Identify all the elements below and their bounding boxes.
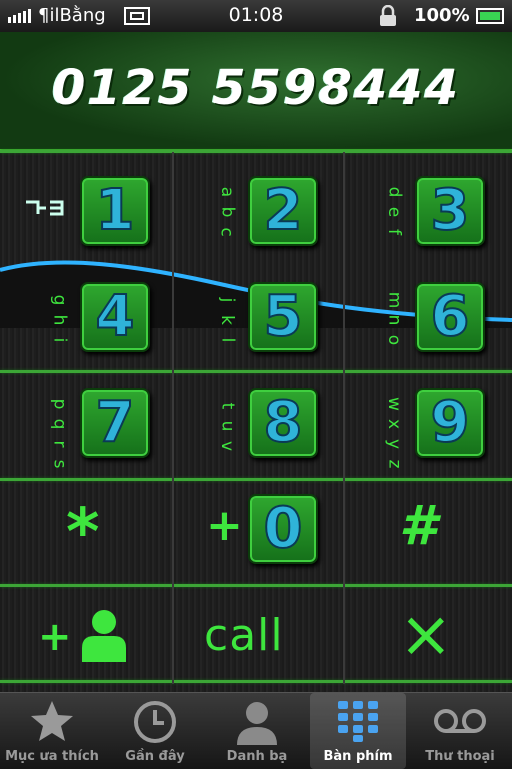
digit-button-8[interactable]: 8 — [248, 388, 318, 458]
battery-icon — [476, 8, 504, 24]
call-label: call — [204, 610, 284, 661]
voicemail-icon — [434, 709, 486, 733]
key-letters: abc — [216, 186, 237, 237]
dialed-number: 0125 5598444 — [51, 60, 461, 116]
row-divider — [0, 370, 512, 373]
row-divider — [0, 478, 512, 481]
call-button[interactable]: call — [172, 588, 342, 692]
key-2[interactable]: abc 2 — [172, 152, 342, 256]
key-0[interactable]: + 0 — [172, 482, 342, 586]
digit-button-3[interactable]: 3 — [415, 176, 485, 246]
contacts-icon — [237, 702, 277, 745]
digit-button-7[interactable]: 7 — [80, 388, 150, 458]
add-plus-label: + — [38, 614, 72, 660]
tab-recents[interactable]: Gần đây — [104, 693, 206, 769]
digit-button-6[interactable]: 6 — [415, 282, 485, 352]
voicemail-small-icon — [26, 200, 64, 216]
plus-label: + — [206, 500, 243, 551]
star-key-label: * — [66, 496, 100, 570]
keypad: 1 abc 2 def 3 ghi 4 jkl 5 mno 6 pqrs 7 t… — [0, 150, 512, 692]
tab-keypad[interactable]: Bàn phím — [310, 693, 406, 769]
key-star[interactable]: * — [0, 482, 170, 586]
key-4[interactable]: ghi 4 — [0, 262, 170, 366]
digit-button-4[interactable]: 4 — [80, 282, 150, 352]
row-divider — [0, 258, 512, 261]
key-5[interactable]: jkl 5 — [172, 262, 342, 366]
hash-key-label: # — [399, 494, 437, 557]
tab-contacts[interactable]: Danh bạ — [206, 693, 308, 769]
key-letters: def — [383, 186, 404, 235]
lock-icon — [380, 5, 396, 26]
key-6[interactable]: mno 6 — [343, 262, 512, 366]
digit-button-9[interactable]: 9 — [415, 388, 485, 458]
delete-button[interactable]: × — [343, 588, 512, 692]
key-letters: ghi — [48, 294, 69, 343]
key-letters: pqrs — [48, 398, 69, 469]
number-display: 0125 5598444 — [0, 32, 512, 152]
key-letters: tuv — [216, 402, 237, 452]
tab-favorites[interactable]: Mục ưa thích — [0, 693, 104, 769]
key-letters: jkl — [216, 297, 237, 343]
digit-button-2[interactable]: 2 — [248, 176, 318, 246]
key-3[interactable]: def 3 — [343, 152, 512, 256]
digit-button-5[interactable]: 5 — [248, 282, 318, 352]
key-8[interactable]: tuv 8 — [172, 374, 342, 478]
digit-button-1[interactable]: 1 — [80, 176, 150, 246]
star-icon — [31, 701, 73, 741]
key-hash[interactable]: # — [343, 482, 512, 586]
key-letters: mno — [384, 291, 404, 346]
battery-percent: 100% — [414, 5, 470, 26]
tab-voicemail[interactable]: Thư thoại — [408, 693, 512, 769]
add-contact-button[interactable]: + — [0, 588, 170, 692]
key-7[interactable]: pqrs 7 — [0, 374, 170, 478]
digit-button-0[interactable]: 0 — [248, 494, 318, 564]
delete-icon: × — [399, 598, 453, 672]
clock-icon — [134, 701, 176, 743]
key-9[interactable]: wxyz 9 — [343, 374, 512, 478]
status-bar: ¶ilBằng 01:08 100% — [0, 0, 512, 32]
tab-bar: Mục ưa thích Gần đây Danh bạ Bàn phím Th… — [0, 692, 512, 769]
key-letters: wxyz — [384, 397, 404, 469]
keypad-icon — [338, 701, 378, 742]
key-1[interactable]: 1 — [0, 152, 170, 256]
add-contact-icon — [82, 610, 126, 662]
